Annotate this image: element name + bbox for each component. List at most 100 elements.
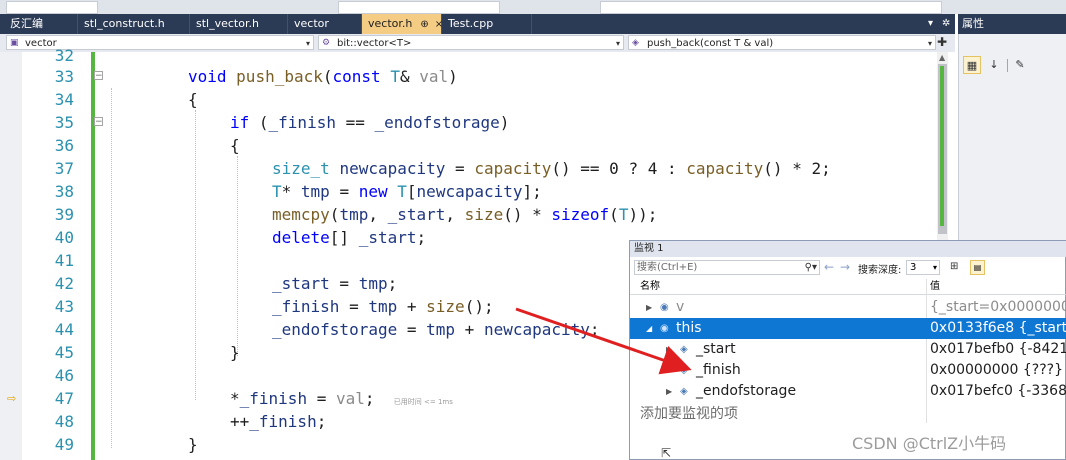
field-icon: ◈ (680, 386, 688, 397)
code-text: { (230, 136, 240, 155)
line-number: 36 (54, 136, 74, 155)
code-line: 32 (0, 44, 955, 67)
code-line: 39 memcpy(tmp, _start, size() * sizeof(T… (0, 203, 955, 226)
search-placeholder: 搜索(Ctrl+E) (637, 262, 698, 273)
properties-panel-header: 属性 (958, 14, 1066, 34)
line-number: 44 (54, 320, 74, 339)
code-text: ++_finish; (230, 412, 327, 431)
line-number: 49 (54, 435, 74, 454)
field-icon: ◈ (680, 344, 688, 355)
code-line: 33 − void push_back(const T& val) (0, 65, 955, 88)
toolbar-combo[interactable] (338, 1, 500, 14)
search-forward-icon[interactable]: → (840, 260, 850, 274)
scrollbar-change-marker (940, 66, 944, 226)
code-line: 36 { (0, 134, 955, 157)
properties-toolbar: ▦ ↓ ✎ (963, 56, 1063, 76)
search-back-icon[interactable]: ← (824, 260, 834, 274)
filter-icon[interactable]: ⊞ (950, 261, 958, 272)
watch-row-endofstorage[interactable]: ▶ ◈ _endofstorage 0x017befc0 {-336860 (630, 381, 1066, 402)
line-number: 37 (54, 159, 74, 178)
code-text: void push_back(const T& val) (188, 67, 458, 86)
scroll-up-icon[interactable]: ▲ (939, 53, 945, 62)
line-number: 45 (54, 343, 74, 362)
tab-stl-vector[interactable]: stl_vector.h (190, 14, 288, 34)
watch-name: _endofstorage (696, 383, 797, 399)
tab-label: vector.h (368, 17, 413, 30)
code-text: _start = tmp; (272, 274, 398, 293)
variable-icon: ◉ (660, 323, 669, 334)
categorized-icon[interactable]: ▦ (963, 56, 981, 74)
tab-vector-h[interactable]: vector.h ⊕ × (362, 14, 443, 34)
mouse-cursor-icon: ⇱ (661, 446, 672, 460)
search-depth-value: 3 (910, 262, 917, 273)
code-text: size_t newcapacity = capacity() == 0 ? 4… (272, 159, 831, 178)
hex-display-icon[interactable]: ▤ (970, 260, 985, 275)
column-value-header[interactable]: 值 (930, 279, 940, 294)
code-line: 35 − if (_finish == _endofstorage) (0, 111, 955, 134)
tab-label: stl_vector.h (196, 17, 259, 30)
search-icon[interactable]: ⚲▾ (805, 261, 817, 275)
sort-alpha-icon[interactable]: ↓ (985, 56, 1003, 74)
tab-stl-construct[interactable]: stl_construct.h (78, 14, 190, 34)
code-line: 34 { (0, 88, 955, 111)
line-number: 39 (54, 205, 74, 224)
line-number: 46 (54, 366, 74, 385)
field-icon: ◈ (680, 365, 688, 376)
code-text: { (188, 90, 198, 109)
tab-dropdown-icon[interactable]: ▾ (928, 14, 933, 34)
fold-toggle[interactable]: − (94, 71, 103, 81)
line-number: 42 (54, 274, 74, 293)
collapse-arrow-icon[interactable]: ◢ (646, 318, 652, 339)
watch-value: 0x017befc0 {-336860 (930, 383, 1066, 399)
toolbar-combo[interactable] (6, 1, 98, 14)
watch-name: _finish (696, 362, 741, 378)
watch-title: 监视 1 (630, 241, 1066, 257)
code-text: memcpy(tmp, _start, size() * sizeof(T)); (272, 205, 658, 224)
watch-row-v[interactable]: ▶ ◉ v {_start=0x00000000 < (630, 297, 1066, 318)
toolbar-separator (1007, 59, 1008, 72)
watch-name: v (676, 299, 685, 315)
watch-name: this (676, 320, 702, 336)
elapsed-time-hint: 已用时间 <= 1ms (393, 398, 453, 406)
watch-search-input[interactable]: 搜索(Ctrl+E) ⚲▾ (634, 260, 820, 275)
line-number: 35 (54, 113, 74, 132)
code-text: } (230, 343, 240, 362)
line-number: 38 (54, 182, 74, 201)
search-depth-label: 搜索深度: (858, 265, 902, 276)
column-name-header[interactable]: 名称 (640, 279, 660, 294)
expand-arrow-icon[interactable]: ▶ (666, 381, 672, 402)
current-statement-arrow-icon: ⇨ (7, 392, 17, 405)
line-number: 48 (54, 412, 74, 431)
tab-disassembly[interactable]: 反汇编 (4, 14, 78, 34)
code-text: } (188, 435, 198, 454)
watch-value: 0x017befb0 {-842150 (930, 341, 1066, 357)
expand-arrow-icon[interactable]: ▶ (646, 297, 652, 318)
tab-label: vector (294, 17, 329, 30)
properties-title: 属性 (962, 17, 984, 30)
toolbar-combo[interactable] (600, 1, 942, 14)
line-number: 41 (54, 251, 74, 270)
watch-column-header: 名称 值 (630, 279, 1066, 295)
tab-label: stl_construct.h (84, 17, 165, 30)
watch-row-finish[interactable]: ◈ _finish 0x00000000 {???} (630, 360, 1066, 381)
line-number: 40 (54, 228, 74, 247)
tab-test-cpp[interactable]: Test.cpp (442, 14, 532, 34)
code-text: if (_finish == _endofstorage) (230, 113, 510, 132)
code-text: _endofstorage = tmp + newcapacity; (272, 320, 600, 339)
expand-arrow-icon[interactable]: ▶ (666, 339, 672, 360)
fold-toggle[interactable]: − (94, 117, 103, 127)
settings-icon[interactable]: ✲ (942, 14, 950, 34)
wrench-icon[interactable]: ✎ (1011, 56, 1029, 74)
code-text: _finish = tmp + size(); (272, 297, 494, 316)
code-line: 37 size_t newcapacity = capacity() == 0 … (0, 157, 955, 180)
watermark-credit: CSDN @CtrlZ小牛码 (852, 434, 1007, 453)
tab-vector[interactable]: vector (288, 14, 362, 34)
watch-row-start[interactable]: ▶ ◈ _start 0x017befb0 {-842150 (630, 339, 1066, 360)
search-depth-dropdown[interactable]: 3 ▾ (906, 260, 940, 275)
watch-name: _start (696, 341, 736, 357)
code-line: 38 T* tmp = new T[newcapacity]; (0, 180, 955, 203)
chevron-down-icon: ▾ (932, 263, 937, 272)
pin-icon[interactable]: ⊕ (420, 19, 428, 30)
add-watch-item[interactable]: 添加要监视的项 (640, 403, 738, 423)
watch-row-this[interactable]: ◢ ◉ this 0x0133f6e8 {_start=0 (630, 318, 1066, 339)
